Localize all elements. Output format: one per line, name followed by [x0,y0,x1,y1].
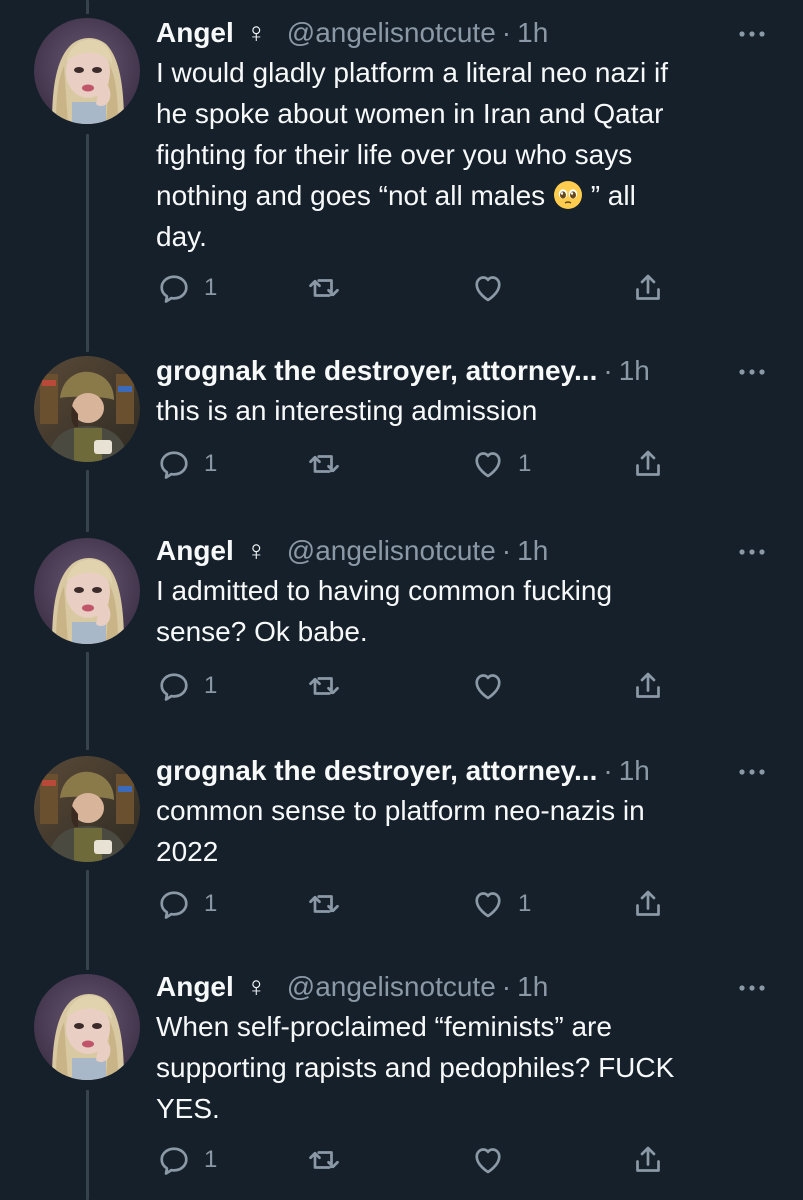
reply-icon [160,451,188,479]
reply-icon [160,1147,188,1175]
female-sign-icon: ♀ [245,535,267,566]
like-button[interactable]: 1 [470,446,531,482]
retweet-button[interactable] [306,270,354,306]
author-name[interactable]: grognak the destroyer, attorney... [156,754,597,788]
reply-button[interactable]: 1 [156,886,217,922]
reply-button[interactable]: 1 [156,1142,217,1178]
share-button[interactable] [630,446,666,482]
timestamp[interactable]: 1h [517,16,548,50]
share-icon [636,672,660,698]
separator-dot: · [501,535,512,566]
reply-count: 1 [204,274,218,301]
tweet[interactable]: Angel ♀ @angelisnotcute · 1h I admitted … [0,532,803,732]
avatar[interactable] [34,18,140,124]
retweet-icon [309,1151,339,1169]
share-icon [636,274,660,300]
reply-count: 1 [204,672,218,699]
retweet-icon [309,895,339,913]
share-button[interactable] [630,886,666,922]
reply-icon [160,673,188,701]
retweet-button[interactable] [306,668,354,704]
like-button[interactable] [470,270,518,306]
author-name[interactable]: Angel [156,534,234,568]
retweet-icon [309,279,339,297]
retweet-button[interactable] [306,446,354,482]
reply-button[interactable]: 1 [156,446,217,482]
separator-dot: · [603,755,613,786]
reply-count: 1 [204,450,218,477]
like-button[interactable] [470,668,518,704]
separator-dot: · [501,17,512,48]
share-button[interactable] [630,1142,666,1178]
avatar[interactable] [34,974,140,1080]
like-button[interactable]: 1 [470,886,531,922]
tweet[interactable]: Angel ♀ @angelisnotcute · 1h I would gla… [0,0,803,330]
more-icon[interactable] [737,542,767,562]
share-icon [636,1146,660,1172]
tweet-text: this is an interesting admission [156,395,538,426]
share-icon [636,450,660,476]
heart-icon [475,452,501,478]
retweet-button[interactable] [306,886,354,922]
heart-icon [475,892,501,918]
reply-count: 1 [204,1146,218,1173]
more-icon[interactable] [737,762,767,782]
reply-icon [160,275,188,303]
tweet-text: common sense to platform neo-nazis in 20… [156,795,645,867]
tweet[interactable]: Angel ♀ @angelisnotcute · 1h When self-p… [0,970,803,1200]
like-count: 1 [518,450,532,477]
avatar[interactable] [34,538,140,644]
more-icon[interactable] [737,978,767,998]
like-button[interactable] [470,1142,518,1178]
retweet-icon [309,677,339,695]
separator-dot: · [501,971,512,1002]
share-button[interactable] [630,270,666,306]
author-handle[interactable]: @angelisnotcute [287,16,496,50]
like-count: 1 [518,890,532,917]
pleading-face-emoji [553,180,583,210]
reply-count: 1 [204,890,218,917]
heart-icon [475,674,501,700]
share-icon [636,890,660,916]
reply-button[interactable]: 1 [156,270,217,306]
share-button[interactable] [630,668,666,704]
reply-icon [160,891,188,919]
author-name[interactable]: grognak the destroyer, attorney... [156,354,597,388]
heart-icon [475,276,501,302]
timestamp[interactable]: 1h [619,754,650,788]
author-name[interactable]: Angel [156,970,234,1004]
timestamp[interactable]: 1h [517,534,548,568]
avatar[interactable] [34,356,140,462]
separator-dot: · [603,355,613,386]
more-icon[interactable] [737,24,767,44]
female-sign-icon: ♀ [245,17,267,48]
author-name[interactable]: Angel [156,16,234,50]
more-icon[interactable] [737,362,767,382]
tweet[interactable]: grognak the destroyer, attorney... · 1h … [0,350,803,500]
retweet-button[interactable] [306,1142,354,1178]
tweet-text: I would gladly platform a literal neo na… [156,57,669,252]
author-handle[interactable]: @angelisnotcute [287,534,496,568]
female-sign-icon: ♀ [245,971,267,1002]
reply-button[interactable]: 1 [156,668,217,704]
tweet[interactable]: grognak the destroyer, attorney... · 1h … [0,750,803,950]
avatar[interactable] [34,756,140,862]
tweet-text: I admitted to having common fucking sens… [156,575,613,647]
timestamp[interactable]: 1h [517,970,548,1004]
heart-icon [475,1148,501,1174]
timestamp[interactable]: 1h [619,354,650,388]
retweet-icon [309,455,339,473]
author-handle[interactable]: @angelisnotcute [287,970,496,1004]
tweet-text: When self-proclaimed “feminists” are sup… [156,1011,675,1124]
